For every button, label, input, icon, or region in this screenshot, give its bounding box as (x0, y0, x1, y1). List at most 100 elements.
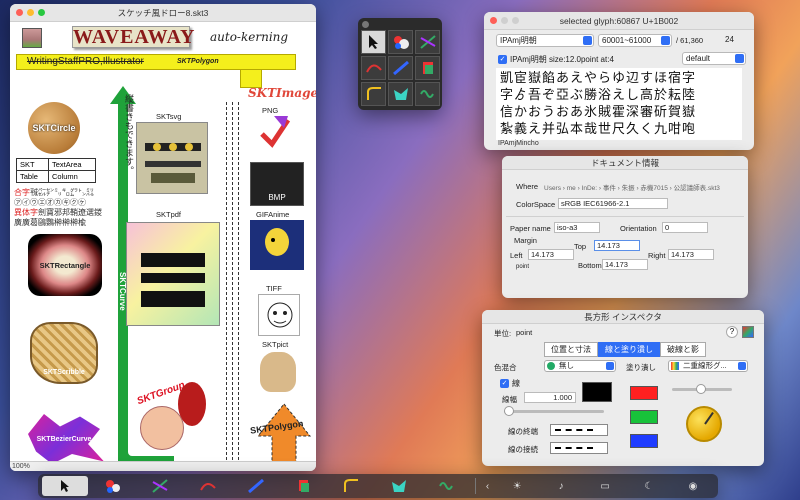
display-icon[interactable]: ▭ (584, 476, 626, 496)
waveaway-text[interactable]: WAVEAWAY (72, 26, 195, 48)
bezier-tool[interactable] (361, 82, 386, 106)
drawing-canvas[interactable]: WAVEAWAY auto-kerning WritingStaffPRO,Il… (10, 22, 316, 461)
vertical-text[interactable]: 縦書きもできます。 (122, 94, 134, 175)
tab-position-size[interactable]: 位置と寸法 (544, 342, 598, 357)
close-button[interactable] (16, 9, 23, 16)
line-join-popup[interactable] (550, 442, 608, 454)
gradient-color-blue[interactable] (630, 434, 658, 448)
skt-pdf-image[interactable] (126, 222, 220, 326)
chevron-left-icon[interactable]: ‹ (481, 476, 494, 496)
png-checkmark-icon[interactable] (260, 114, 290, 150)
kerning-text[interactable]: auto-kerning (210, 30, 288, 44)
skt-table[interactable]: SKT TextArea Table Column (16, 158, 96, 183)
range-popup[interactable]: 60001~61000 (598, 34, 672, 47)
slider-thumb[interactable] (504, 406, 514, 416)
polygon-tool[interactable] (388, 82, 413, 106)
tab-dash-shadow[interactable]: 破線と影 (660, 342, 706, 357)
gradient-color-green[interactable] (630, 410, 658, 424)
minimize-button[interactable] (501, 17, 508, 24)
lines-icon (419, 35, 436, 49)
glyph-row[interactable]: 紮義え并弘本哉世尺久く九咁咆 (500, 121, 738, 138)
dock-scribble-tool[interactable] (424, 476, 470, 496)
skt-curve-base[interactable] (118, 452, 174, 461)
skt-scribble-shape[interactable]: SKTScribble (30, 322, 98, 384)
curve-tool[interactable] (361, 56, 386, 80)
width-field[interactable]: 1.000 (524, 392, 576, 403)
gradient-slider[interactable] (672, 384, 732, 394)
skt-image-text[interactable]: SKTImage (248, 86, 316, 100)
mode-popup[interactable]: default (682, 52, 746, 65)
size-stepper[interactable]: 24 (722, 34, 748, 47)
brightness-icon[interactable]: ☀ (496, 476, 538, 496)
tiff-image[interactable] (258, 294, 300, 336)
main-titlebar[interactable]: スケッチ風ドロー8.skt3 (10, 4, 316, 22)
volume-icon[interactable]: ♪ (540, 476, 582, 496)
ligature-variant-text[interactable]: 合字㍻㌫㌢㍉㌔㌘㌧㍊ ㋐㋑㋒㋓㋔㋕㋖㋗㋘ 異体字劍寶邪邦鞘遼選鑁 廣廣葛鷗鸚榊榊… (14, 188, 110, 228)
inspector-titlebar[interactable]: 長方形 インスペクタ (482, 310, 764, 324)
image-tool[interactable] (415, 56, 440, 80)
dock-arrow-tool[interactable] (42, 476, 88, 496)
dock-line-tool[interactable] (138, 476, 184, 496)
bottom-field[interactable]: 14.173 (602, 259, 648, 270)
zoom-button[interactable] (38, 9, 45, 16)
paper-field[interactable]: iso-a3 (554, 222, 600, 233)
info-checkbox-row[interactable]: ✓ IPAmj明朝 size:12.0point at:4 (498, 54, 614, 65)
skt-pict-label: SKTpict (262, 340, 289, 349)
dock-bezier-tool[interactable] (329, 476, 375, 496)
scribble-tool[interactable] (415, 82, 440, 106)
orientation-field[interactable]: 0 (662, 222, 708, 233)
glyph-titlebar[interactable]: selected glyph:60867 U+1B002 (484, 12, 754, 30)
palette-close-button[interactable] (362, 21, 369, 28)
angle-knob[interactable] (686, 406, 722, 442)
dock-curve-tool[interactable] (185, 476, 231, 496)
gradient-color-red[interactable] (630, 386, 658, 400)
top-field[interactable]: 14.173 (594, 240, 640, 251)
dock-polygon-tool[interactable] (376, 476, 422, 496)
siri-icon[interactable]: ◉ (672, 476, 714, 496)
blend-popup[interactable]: 無し (544, 360, 616, 372)
glyph-grid[interactable]: 凱宦嶽餡あえやらゆ辺すほ宿字 字ゟ吾ぞ亞ぶ勝浴えし高於耘陸 信かおうおあ氷賊霍深… (496, 68, 742, 140)
skt-svg-image[interactable] (136, 122, 208, 194)
color-panel-icon[interactable] (742, 326, 754, 338)
glyph-row[interactable]: 凱宦嶽餡あえやらゆ辺すほ宿字 (500, 70, 738, 87)
help-icon[interactable]: ? (726, 326, 738, 338)
circle-tool[interactable] (388, 30, 413, 54)
skt-bezier-shape[interactable]: SKTBezierCurve (28, 414, 104, 461)
dock-pen-tool[interactable] (233, 476, 279, 496)
minimize-button[interactable] (27, 9, 34, 16)
arrow-tool[interactable] (361, 30, 386, 54)
doc-info-titlebar[interactable]: ドキュメント情報 (502, 156, 748, 170)
unit-value[interactable]: point (516, 328, 532, 337)
left-field[interactable]: 14.173 (528, 249, 574, 260)
stroke-color-well[interactable] (582, 382, 612, 402)
colorspace-field[interactable]: sRGB IEC61966-2.1 (558, 198, 668, 209)
stroke-checkbox-row[interactable]: ✓ 線 (500, 378, 520, 389)
glyph-row[interactable]: 字ゟ吾ぞ亞ぶ勝浴えし高於耘陸 (500, 87, 738, 104)
fill-popup[interactable]: 二重線形グ... (668, 360, 748, 372)
line-tool[interactable] (415, 30, 440, 54)
skt-rectangle-shape[interactable]: SKTRectangle (28, 234, 102, 296)
zoom-button[interactable] (512, 17, 519, 24)
right-field[interactable]: 14.173 (668, 249, 714, 260)
skt-pict-owl-image[interactable] (260, 352, 296, 392)
avatar-image[interactable] (22, 28, 42, 48)
writing-staff-bar[interactable]: WritingStaffPRO,Illustrator SKTPolygon (16, 54, 296, 70)
glyph-row[interactable]: 信かおうおあ氷賊霍深審斫賀嶽 (500, 104, 738, 121)
width-slider[interactable] (504, 406, 604, 416)
line-cap-popup[interactable] (550, 424, 608, 436)
bmp-image[interactable]: BMP (250, 162, 304, 206)
tab-line-fill[interactable]: 線と塗り潰し (598, 342, 660, 357)
gif-anime-image[interactable] (250, 220, 304, 270)
dock-circle-tool[interactable] (90, 476, 136, 496)
checkmark-icon[interactable]: ✓ (500, 379, 509, 388)
font-popup[interactable]: IPAmj明朝 (496, 34, 594, 47)
zoom-level[interactable]: 100% (12, 463, 30, 470)
pen-tool[interactable] (388, 56, 413, 80)
dock-image-tool[interactable] (281, 476, 327, 496)
checkmark-icon[interactable]: ✓ (498, 55, 507, 64)
skt-circle-shape[interactable]: SKTCircle (28, 102, 80, 154)
skt-group-face[interactable] (140, 406, 184, 450)
moon-icon[interactable]: ☾ (628, 476, 670, 496)
close-button[interactable] (490, 17, 497, 24)
slider-thumb[interactable] (696, 384, 706, 394)
